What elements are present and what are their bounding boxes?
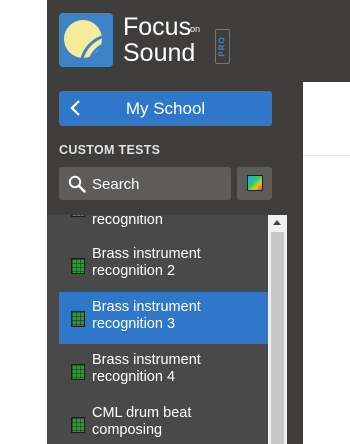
color-filter-button[interactable]	[237, 167, 272, 200]
brand-wordmark: Focus on Sound	[123, 13, 200, 67]
test-thumbnail-icon	[71, 311, 85, 327]
sidebar: recognition Brass instrument recognition…	[47, 0, 287, 444]
list-item[interactable]: Brass instrument recognition 2	[59, 239, 268, 291]
search-icon	[68, 175, 86, 193]
list-item[interactable]: Brass instrument recognition 4	[59, 345, 268, 397]
list-item-label: Brass instrument recognition 3	[92, 299, 201, 332]
my-school-label: My School	[125, 99, 206, 118]
search-input[interactable]: Search	[59, 167, 231, 200]
pro-badge: PRO	[215, 29, 230, 64]
brand-logo[interactable]: Focus on Sound PRO	[59, 13, 279, 69]
list-item-label: CML drum beat composing	[92, 405, 192, 438]
list-item-label: Brass instrument recognition 4	[92, 352, 201, 385]
main-divider	[303, 155, 350, 156]
scroll-up-arrow-icon[interactable]	[273, 220, 281, 225]
test-thumbnail-icon	[71, 364, 85, 380]
main-content-area	[303, 82, 350, 444]
main-top-bar	[287, 0, 350, 82]
list-item-label: Brass instrument recognition 2	[92, 246, 201, 279]
brand-word-focus: Focus	[123, 13, 192, 41]
my-school-button[interactable]: My School	[59, 91, 272, 126]
scrollbar-thumb[interactable]	[271, 232, 284, 444]
main-side-strip	[287, 82, 303, 444]
color-palette-icon	[247, 175, 263, 191]
test-thumbnail-icon	[71, 417, 85, 433]
sidebar-header: Focus on Sound PRO My School CUSTOM TEST…	[47, 0, 287, 215]
list-scrollbar[interactable]	[268, 215, 287, 444]
brand-word-on: on	[190, 24, 201, 34]
list-item[interactable]: CML drum beat composing	[59, 398, 268, 444]
section-title: CUSTOM TESTS	[59, 143, 161, 157]
focus-on-sound-logo-icon	[59, 13, 113, 67]
pro-badge-label: PRO	[218, 36, 227, 57]
list-item-selected[interactable]: Brass instrument recognition 3	[59, 292, 268, 344]
search-placeholder: Search	[92, 176, 140, 193]
test-thumbnail-icon	[71, 258, 85, 274]
brand-word-sound: Sound	[123, 39, 196, 67]
